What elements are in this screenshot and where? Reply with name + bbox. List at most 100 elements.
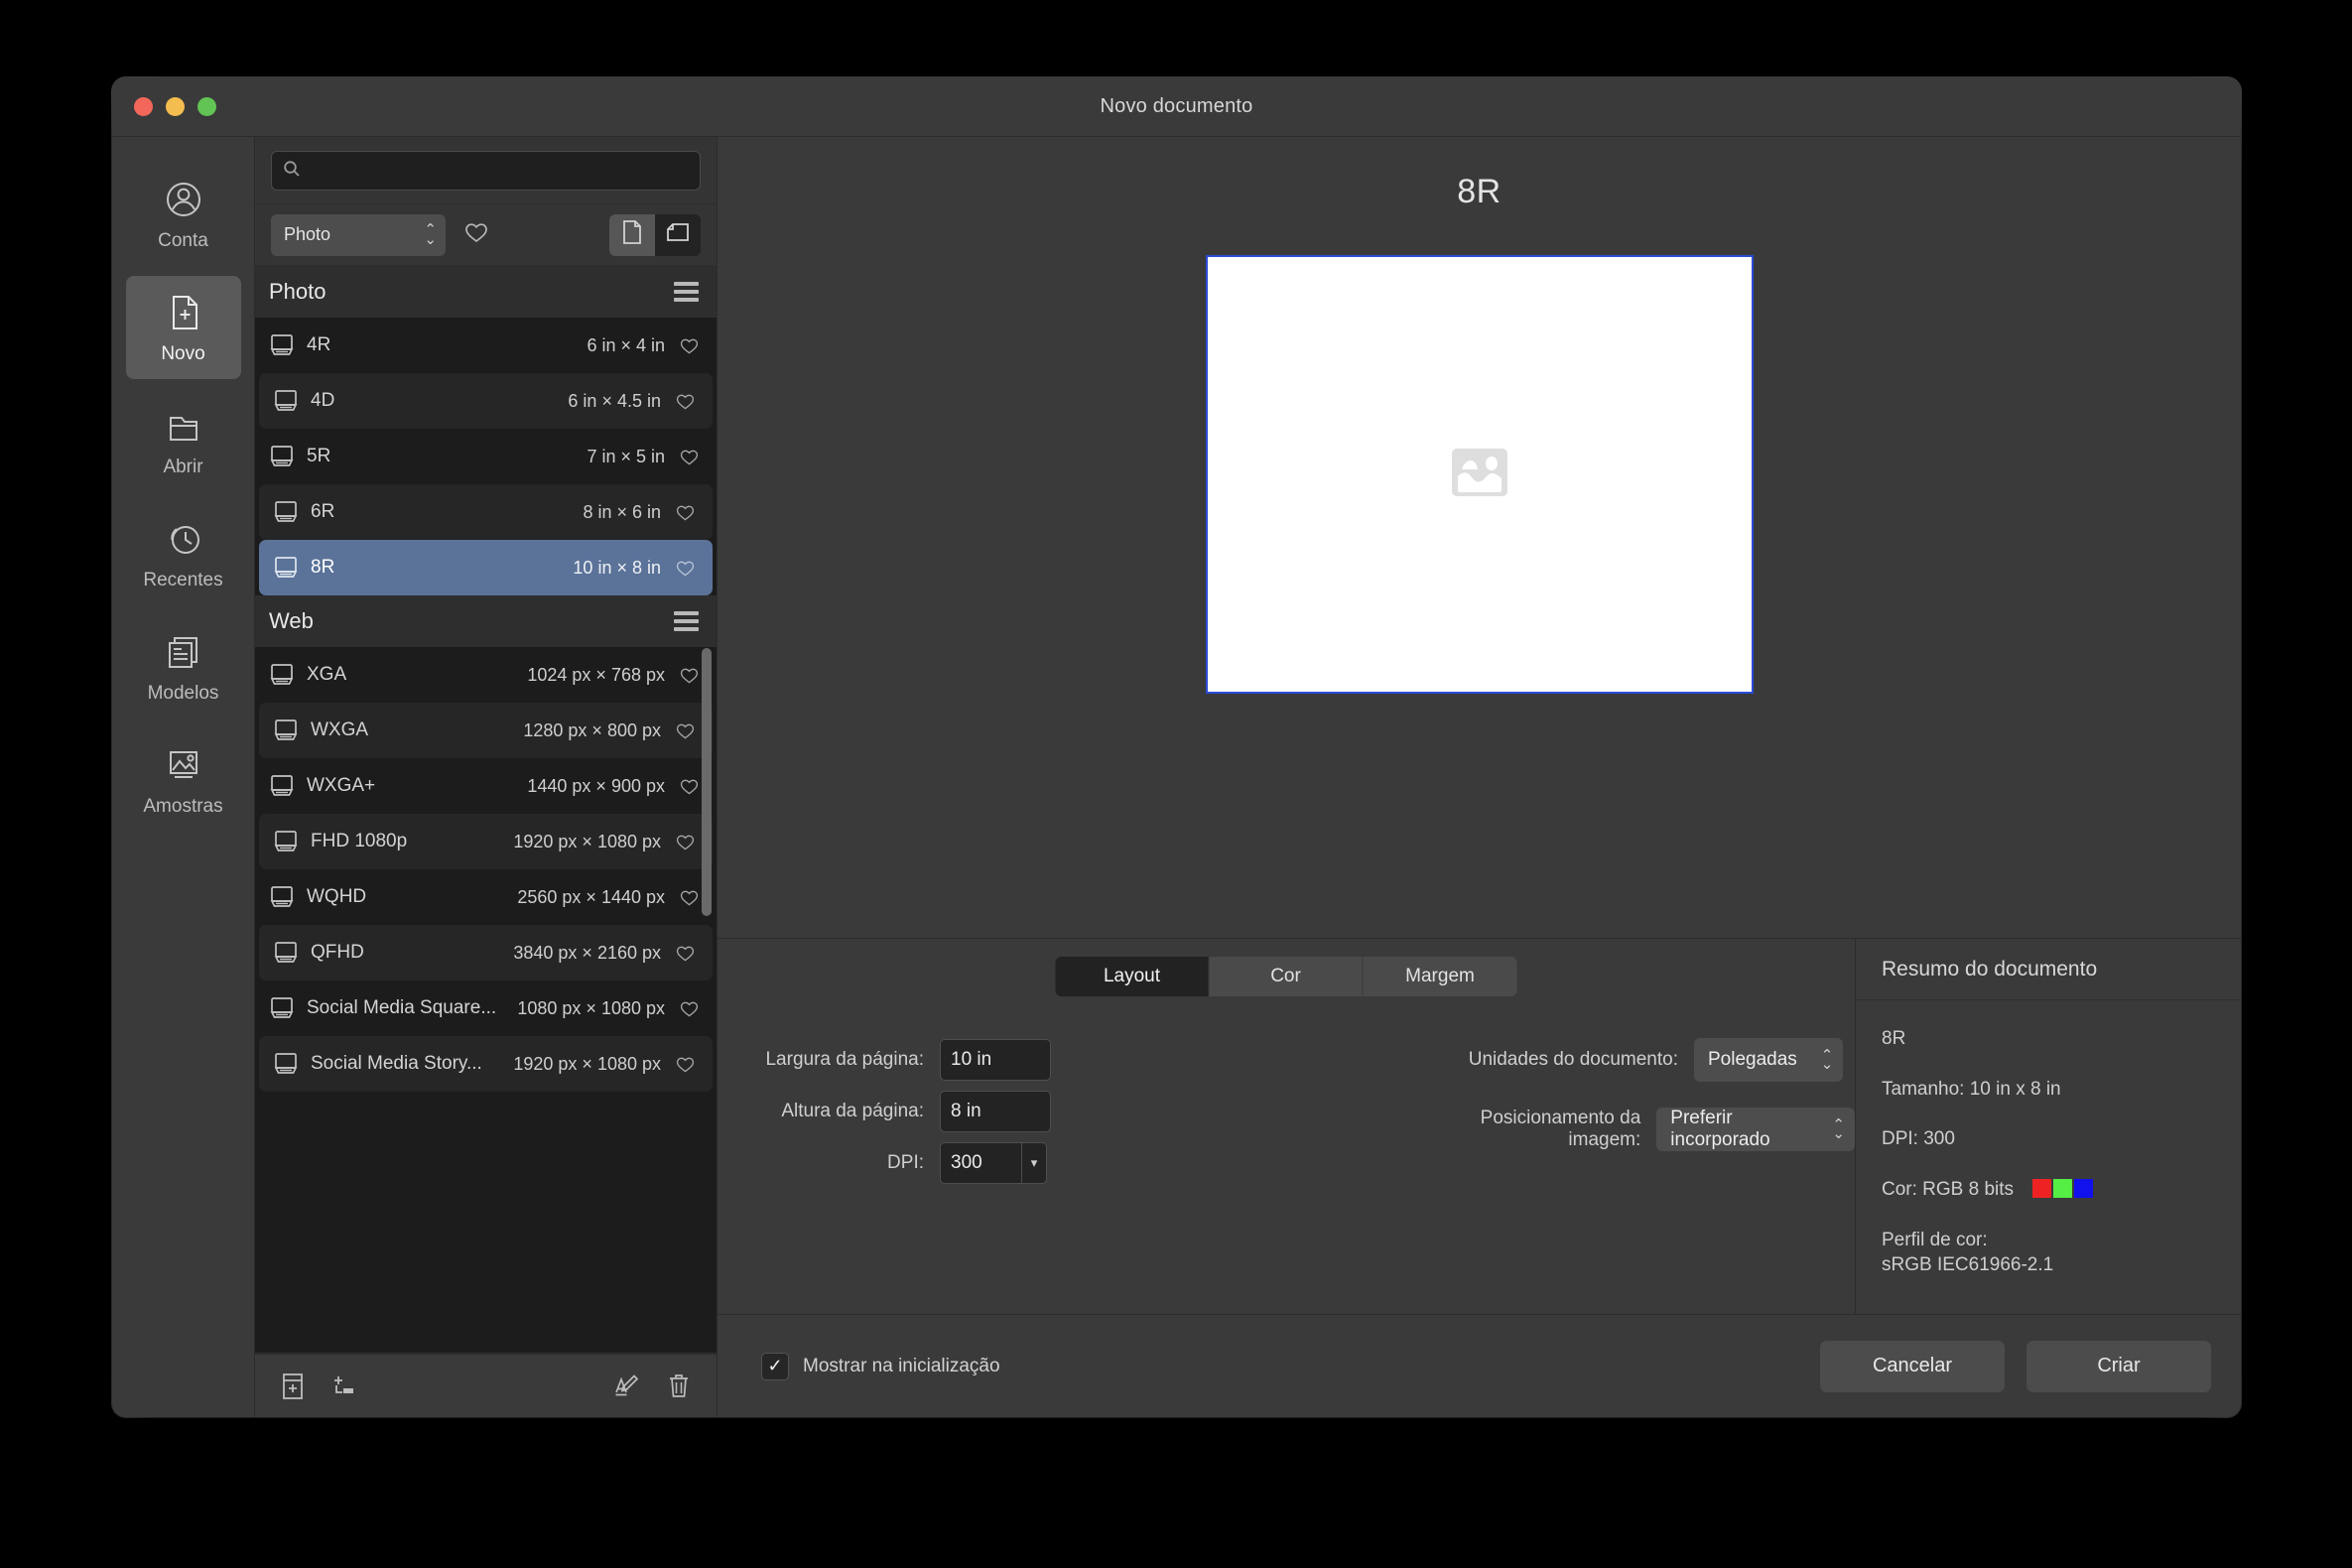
swatch-blue: [2074, 1178, 2094, 1198]
document-icon: [273, 719, 299, 742]
rgb-swatches: [2032, 1178, 2094, 1198]
landscape-view-button[interactable]: [655, 213, 701, 256]
trash-icon[interactable]: [663, 1371, 695, 1402]
preset-row-social-media-square[interactable]: Social Media Square... 1080 px × 1080 px: [255, 980, 717, 1036]
favorite-toggle[interactable]: [677, 888, 701, 907]
preset-row-4d[interactable]: 4D 6 in × 4.5 in: [259, 373, 713, 429]
sidebar-item-recentes[interactable]: Recentes: [126, 502, 241, 605]
show-on-startup-checkbox[interactable]: ✓ Mostrar na inicialização: [761, 1352, 1000, 1380]
favorite-toggle[interactable]: [673, 833, 697, 851]
favorite-toggle[interactable]: [673, 559, 697, 578]
favorite-toggle[interactable]: [673, 503, 697, 522]
favorite-toggle[interactable]: [677, 336, 701, 355]
tab-layout[interactable]: Layout: [1055, 957, 1210, 996]
cancel-button[interactable]: Cancelar: [1820, 1340, 2005, 1392]
preset-name: WQHD: [307, 886, 367, 907]
favorite-toggle[interactable]: [673, 944, 697, 963]
view-mode-toggle[interactable]: [609, 213, 701, 256]
summary-body: 8R Tamanho: 10 in x 8 in DPI: 300 Cor: R…: [1856, 1000, 2241, 1303]
sidebar-item-abrir[interactable]: Abrir: [126, 389, 241, 492]
preset-row-8r[interactable]: 8R 10 in × 8 in: [259, 540, 713, 595]
sidebar-label: Modelos: [147, 682, 219, 704]
preset-dimensions: 1440 px × 900 px: [527, 775, 665, 796]
group-header-photo: Photo: [255, 266, 717, 318]
preset-dimensions: 1280 px × 800 px: [523, 719, 661, 740]
preset-row-fhd-1080p[interactable]: FHD 1080p 1920 px × 1080 px: [259, 814, 713, 869]
preset-row-5r[interactable]: 5R 7 in × 5 in: [255, 429, 717, 484]
page-view-button[interactable]: [609, 213, 655, 256]
checkbox-label: Mostrar na inicialização: [803, 1355, 1000, 1376]
add-category-icon[interactable]: [328, 1371, 360, 1402]
preset-row-wxga-plus[interactable]: WXGA+ 1440 px × 900 px: [255, 758, 717, 814]
heart-icon: [463, 220, 489, 249]
units-value: Polegadas: [1708, 1049, 1797, 1070]
preset-dimensions: 1024 px × 768 px: [527, 664, 665, 685]
search-input[interactable]: [309, 160, 689, 182]
document-icon: [273, 556, 299, 580]
sidebar-item-conta[interactable]: Conta: [126, 163, 241, 266]
sidebar-item-novo[interactable]: Novo: [125, 276, 241, 379]
chevron-down-icon[interactable]: ▾: [1021, 1143, 1046, 1183]
hamburger-icon[interactable]: [674, 611, 699, 631]
rename-icon[interactable]: [611, 1371, 643, 1402]
create-button[interactable]: Criar: [2026, 1340, 2211, 1392]
sidebar-item-amostras[interactable]: Amostras: [126, 728, 241, 832]
document-icon: [269, 996, 295, 1020]
window-titlebar: Novo documento: [112, 77, 2241, 137]
preset-row-4r[interactable]: 4R 6 in × 4 in: [255, 318, 717, 373]
footer-buttons: Cancelar Criar: [1820, 1340, 2211, 1392]
category-dropdown[interactable]: Photo ⌃ ⌄: [271, 213, 446, 256]
layout-form: Layout Cor Margem Largura da página: 10 …: [718, 939, 1856, 1314]
favorite-toggle[interactable]: [673, 721, 697, 740]
preset-row-wqhd[interactable]: WQHD 2560 px × 1440 px: [255, 869, 717, 925]
preset-name: WXGA: [311, 719, 369, 740]
preset-row-qfhd[interactable]: QFHD 3840 px × 2160 px: [259, 925, 713, 980]
preset-row-xga[interactable]: XGA 1024 px × 768 px: [255, 647, 717, 703]
preset-row-social-media-story[interactable]: Social Media Story... 1920 px × 1080 px: [259, 1036, 713, 1092]
placement-dropdown[interactable]: Preferir incorporado ⌃ ⌄: [1656, 1108, 1855, 1151]
preset-dimensions: 1080 px × 1080 px: [517, 997, 665, 1018]
dpi-input[interactable]: 300 ▾: [940, 1142, 1047, 1184]
group-title: Photo: [269, 279, 327, 304]
units-dropdown[interactable]: Polegadas ⌃ ⌄: [1694, 1038, 1844, 1082]
add-preset-icon[interactable]: [277, 1371, 309, 1402]
favorite-toggle[interactable]: [677, 666, 701, 685]
preset-row-6r[interactable]: 6R 8 in × 6 in: [259, 484, 713, 540]
page-height-label: Altura da página:: [781, 1101, 924, 1121]
favorite-toggle[interactable]: [673, 1055, 697, 1074]
checkbox-box[interactable]: ✓: [761, 1352, 789, 1380]
sidebar-item-modelos[interactable]: Modelos: [126, 615, 241, 719]
preset-name: 5R: [307, 446, 331, 466]
sidebar-label: Recentes: [143, 569, 223, 590]
placement-label: Posicionamento da imagem:: [1480, 1108, 1641, 1150]
hamburger-icon[interactable]: [674, 282, 699, 302]
tab-margem[interactable]: Margem: [1363, 957, 1517, 996]
preset-name: 4R: [307, 334, 331, 355]
page-width-input[interactable]: 10 in: [940, 1039, 1051, 1081]
swatch-red: [2032, 1178, 2052, 1198]
summary-profile-value: sRGB IEC61966-2.1: [1882, 1254, 2054, 1276]
placement-value: Preferir incorporado: [1670, 1108, 1770, 1150]
settings-area: Layout Cor Margem Largura da página: 10 …: [718, 939, 2241, 1314]
preset-row-wxga[interactable]: WXGA 1280 px × 800 px: [259, 703, 713, 758]
preset-name: 6R: [311, 501, 335, 522]
folder-open-icon: [161, 404, 206, 448]
document-icon: [273, 830, 299, 853]
field-image-placement: Posicionamento da imagem: Preferir incor…: [1412, 1104, 1855, 1155]
document-icon: [269, 333, 295, 357]
favorites-filter-button[interactable]: [459, 218, 493, 252]
tab-cor[interactable]: Cor: [1209, 957, 1364, 996]
favorite-toggle[interactable]: [677, 448, 701, 466]
page-height-input[interactable]: 8 in: [940, 1091, 1051, 1132]
preset-list[interactable]: Photo 4R 6 in × 4 in 4D 6 in × 4.5 in 5R…: [255, 266, 717, 1354]
landscape-view-icon: [665, 221, 691, 248]
favorite-toggle[interactable]: [677, 777, 701, 796]
summary-profile-label: Perfil de cor:: [1882, 1229, 1988, 1250]
favorite-toggle[interactable]: [673, 392, 697, 411]
preset-list-scrollbar[interactable]: [702, 648, 712, 916]
summary-dpi: DPI: 300: [1882, 1128, 1955, 1150]
preview-area: 8R: [718, 137, 2241, 939]
search-box[interactable]: [271, 151, 701, 191]
favorite-toggle[interactable]: [677, 999, 701, 1018]
templates-icon: [161, 630, 206, 674]
